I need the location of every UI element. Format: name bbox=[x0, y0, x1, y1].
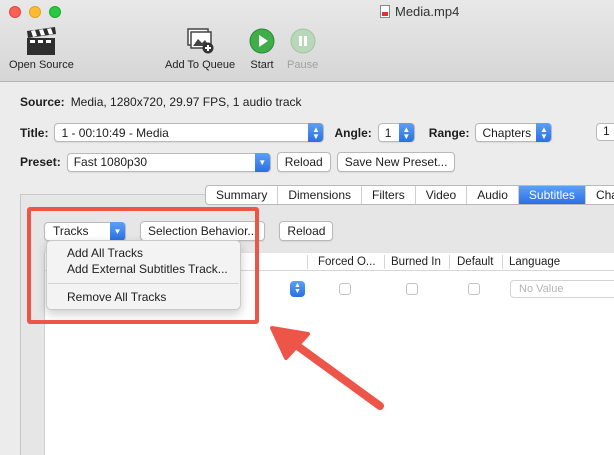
annotation-highlight-box bbox=[27, 207, 259, 324]
subtitles-reload-button[interactable]: Reload bbox=[279, 221, 334, 241]
open-source-button[interactable]: Open Source bbox=[9, 26, 74, 71]
tab-audio[interactable]: Audio bbox=[467, 186, 519, 204]
pause-icon bbox=[287, 26, 318, 56]
tab-dimensions[interactable]: Dimensions bbox=[278, 186, 363, 204]
clapperboard-icon bbox=[9, 26, 74, 56]
track-select-stepper[interactable]: ▲ ▼ bbox=[290, 281, 305, 297]
window-title: Media.mp4 bbox=[380, 4, 459, 19]
tab-summary[interactable]: Summary bbox=[206, 186, 279, 204]
add-to-queue-button[interactable]: Add To Queue bbox=[165, 26, 235, 71]
play-icon bbox=[249, 26, 275, 56]
language-field[interactable]: No Value bbox=[510, 280, 614, 298]
column-language[interactable]: Language bbox=[509, 256, 560, 268]
preset-select[interactable]: Fast 1080p30 ▼ bbox=[66, 152, 271, 172]
preset-label: Preset: bbox=[20, 155, 61, 169]
chevron-updown-icon: ▲ ▼ bbox=[308, 123, 324, 142]
title-select[interactable]: 1 - 00:10:49 - Media ▲ ▼ bbox=[54, 123, 325, 142]
preset-row: Preset: Fast 1080p30 ▼ Reload Save New P… bbox=[20, 152, 456, 172]
chevron-updown-icon: ▲ ▼ bbox=[398, 123, 414, 142]
title-label: Title: bbox=[20, 125, 49, 140]
zoom-window-button[interactable] bbox=[49, 6, 61, 18]
minimize-window-button[interactable] bbox=[29, 6, 41, 18]
tab-subtitles[interactable]: Subtitles bbox=[518, 186, 586, 204]
column-default[interactable]: Default bbox=[457, 256, 493, 268]
range-label: Range: bbox=[428, 125, 470, 140]
burned-in-checkbox[interactable] bbox=[406, 283, 418, 295]
column-forced[interactable]: Forced O... bbox=[318, 256, 376, 268]
column-burned-in[interactable]: Burned In bbox=[391, 256, 441, 268]
chevron-down-icon: ▼ bbox=[254, 152, 270, 172]
start-button[interactable]: Start bbox=[249, 26, 275, 71]
range-select[interactable]: Chapters ▲ ▼ bbox=[475, 123, 553, 142]
range-start-select[interactable]: 1 bbox=[596, 123, 614, 141]
document-icon bbox=[380, 5, 390, 18]
source-row: Source: Media, 1280x720, 29.97 FPS, 1 au… bbox=[20, 95, 302, 109]
angle-select[interactable]: 1 ▲ ▼ bbox=[377, 123, 415, 142]
save-new-preset-button[interactable]: Save New Preset... bbox=[336, 152, 456, 172]
source-info: Media, 1280x720, 29.97 FPS, 1 audio trac… bbox=[70, 95, 302, 109]
close-window-button[interactable] bbox=[9, 6, 21, 18]
window-toolbar: Media.mp4 Open Source Add To Queue Start… bbox=[0, 0, 614, 82]
tab-filters[interactable]: Filters bbox=[362, 186, 416, 204]
preset-reload-button[interactable]: Reload bbox=[276, 152, 331, 172]
title-row: Title: 1 - 00:10:49 - Media ▲ ▼ Angle: 1 … bbox=[20, 123, 553, 142]
annotation-arrow-icon bbox=[270, 326, 384, 410]
add-to-queue-icon bbox=[165, 26, 235, 56]
default-checkbox[interactable] bbox=[468, 283, 480, 295]
pause-button[interactable]: Pause bbox=[287, 26, 318, 71]
tab-bar: Summary Dimensions Filters Video Audio S… bbox=[205, 185, 614, 205]
angle-label: Angle: bbox=[334, 125, 372, 140]
source-label: Source: bbox=[20, 95, 65, 109]
tab-video[interactable]: Video bbox=[416, 186, 468, 204]
forced-checkbox[interactable] bbox=[339, 283, 351, 295]
chevron-updown-icon: ▲ ▼ bbox=[536, 123, 552, 142]
tab-chapters[interactable]: Chap bbox=[586, 186, 614, 204]
